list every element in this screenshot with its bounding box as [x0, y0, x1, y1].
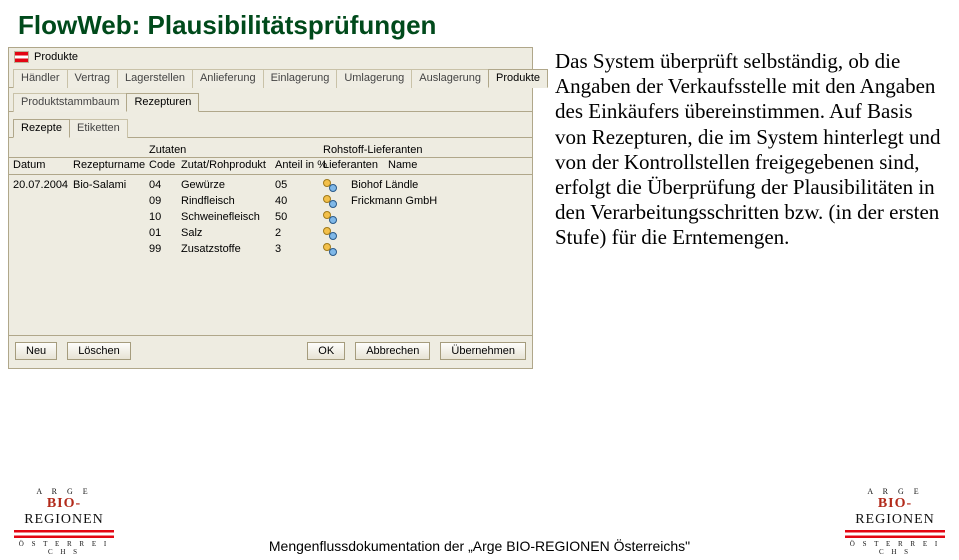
tab-auslagerung[interactable]: Auslagerung	[411, 69, 489, 88]
logo-arge: A R G E	[845, 487, 945, 496]
logo-bio: BIO-	[878, 496, 912, 511]
button-bar: Neu Löschen OK Abbrechen Übernehmen	[9, 335, 532, 368]
table-row[interactable]: 20.07.2004 Bio-Salami 04 Gewürze 05 Bioh…	[13, 177, 528, 193]
cell-name: Frickmann GmbH	[351, 195, 528, 207]
window-title: Produkte	[34, 51, 78, 63]
app-header: Produkte	[9, 48, 532, 66]
inner-tabs: Rezepte Etiketten	[9, 112, 532, 138]
table-body: 20.07.2004 Bio-Salami 04 Gewürze 05 Bioh…	[9, 175, 532, 335]
col-anteil: Anteil in %	[275, 159, 323, 171]
col-rezepturname: Rezepturname	[73, 159, 149, 171]
cell-anteil: 40	[275, 195, 323, 207]
people-icon	[323, 227, 338, 239]
group-zutaten: Zutaten	[149, 144, 323, 156]
footer-text: Mengenflussdokumentation der „Arge BIO-R…	[114, 538, 845, 556]
apply-button[interactable]: Übernehmen	[440, 342, 526, 360]
footer: A R G E BIO-REGIONEN Ö S T E R R E I C H…	[0, 487, 959, 556]
group-headers: Zutaten Rohstoff-Lieferanten	[9, 138, 532, 158]
tab-produkte[interactable]: Produkte	[488, 69, 548, 88]
cancel-button[interactable]: Abbrechen	[355, 342, 430, 360]
flag-stripe-icon	[14, 530, 114, 538]
logo-regionen: REGIONEN	[24, 512, 104, 527]
tab-rezepturen[interactable]: Rezepturen	[126, 93, 199, 112]
col-datum: Datum	[13, 159, 73, 171]
tab-etiketten[interactable]: Etiketten	[69, 119, 128, 138]
people-icon	[323, 243, 338, 255]
cell-code: 01	[149, 227, 181, 239]
cell-zutat: Rindfleisch	[181, 195, 275, 207]
logo-left: A R G E BIO-REGIONEN Ö S T E R R E I C H…	[14, 487, 114, 556]
cell-zutat: Zusatzstoffe	[181, 243, 275, 255]
content-row: Produkte Händler Vertrag Lagerstellen An…	[0, 47, 959, 369]
app-window: Produkte Händler Vertrag Lagerstellen An…	[8, 47, 533, 369]
ok-button[interactable]: OK	[307, 342, 345, 360]
lieferanten-icon[interactable]	[323, 243, 351, 255]
cell-anteil: 3	[275, 243, 323, 255]
table-row[interactable]: 10 Schweinefleisch 50	[13, 209, 528, 225]
cell-code: 99	[149, 243, 181, 255]
cell-zutat: Salz	[181, 227, 275, 239]
col-lieferanten: Lieferanten	[323, 159, 388, 171]
group-lieferanten: Rohstoff-Lieferanten	[323, 144, 422, 156]
cell-name: Biohof Ländle	[351, 179, 528, 191]
description-text: Das System überprüft selbständig, ob die…	[555, 47, 943, 369]
people-icon	[323, 211, 338, 223]
lieferanten-icon[interactable]	[323, 211, 351, 223]
tab-anlieferung[interactable]: Anlieferung	[192, 69, 264, 88]
app-icon	[14, 51, 29, 63]
lieferanten-icon[interactable]	[323, 227, 351, 239]
lieferanten-icon[interactable]	[323, 195, 351, 207]
cell-zutat: Gewürze	[181, 179, 275, 191]
tab-haendler[interactable]: Händler	[13, 69, 68, 88]
cell-zutat: Schweinefleisch	[181, 211, 275, 223]
table-row[interactable]: 99 Zusatzstoffe 3	[13, 241, 528, 257]
tab-produktstammbaum[interactable]: Produktstammbaum	[13, 93, 127, 112]
tab-umlagerung[interactable]: Umlagerung	[336, 69, 412, 88]
table-row[interactable]: 09 Rindfleisch 40 Frickmann GmbH	[13, 193, 528, 209]
table-row[interactable]: 01 Salz 2	[13, 225, 528, 241]
cell-anteil: 2	[275, 227, 323, 239]
logo-regionen: REGIONEN	[855, 512, 935, 527]
cell-anteil: 50	[275, 211, 323, 223]
cell-anteil: 05	[275, 179, 323, 191]
people-icon	[323, 179, 338, 191]
tab-lagerstellen[interactable]: Lagerstellen	[117, 69, 193, 88]
cell-date: 20.07.2004	[13, 179, 73, 191]
logo-ost: Ö S T E R R E I C H S	[14, 540, 114, 556]
sub-tabs: Produktstammbaum Rezepturen	[9, 88, 532, 112]
main-tabs: Händler Vertrag Lagerstellen Anlieferung…	[9, 68, 532, 88]
people-icon	[323, 195, 338, 207]
logo-bio: BIO-	[47, 496, 81, 511]
col-code: Code	[149, 159, 181, 171]
tab-vertrag[interactable]: Vertrag	[67, 69, 118, 88]
cell-recipe: Bio-Salami	[73, 179, 149, 191]
col-zutat: Zutat/Rohprodukt	[181, 159, 275, 171]
cell-code: 09	[149, 195, 181, 207]
logo-ost: Ö S T E R R E I C H S	[845, 540, 945, 556]
tab-rezepte[interactable]: Rezepte	[13, 119, 70, 138]
delete-button[interactable]: Löschen	[67, 342, 131, 360]
column-headers: Datum Rezepturname Code Zutat/Rohprodukt…	[9, 158, 532, 175]
col-name: Name	[388, 159, 528, 171]
logo-right: A R G E BIO-REGIONEN Ö S T E R R E I C H…	[845, 487, 945, 556]
new-button[interactable]: Neu	[15, 342, 57, 360]
cell-code: 04	[149, 179, 181, 191]
tab-einlagerung[interactable]: Einlagerung	[263, 69, 338, 88]
flag-stripe-icon	[845, 530, 945, 538]
page-title: FlowWeb: Plausibilitätsprüfungen	[0, 0, 959, 47]
logo-arge: A R G E	[14, 487, 114, 496]
lieferanten-icon[interactable]	[323, 179, 351, 191]
cell-code: 10	[149, 211, 181, 223]
